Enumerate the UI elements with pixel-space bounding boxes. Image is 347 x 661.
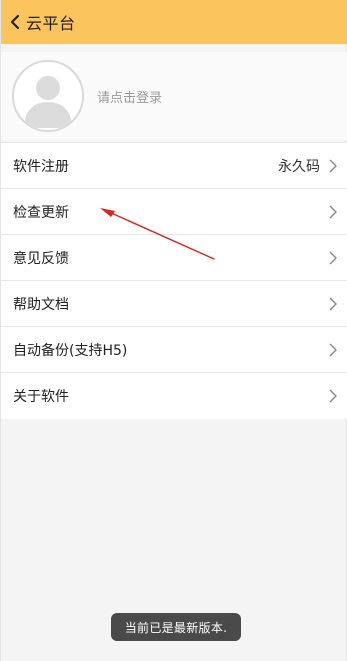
menu-item-label: 关于软件	[13, 389, 69, 405]
settings-menu: 软件注册 永久码 检查更新 意见反馈 帮助文档 自动备份(支持H5) 关于软件	[1, 142, 347, 419]
settings-screen: 云平台 请点击登录 软件注册 永久码 检查更新 意见反馈 帮助文档 自动备份(支…	[0, 0, 347, 661]
menu-item-label: 软件注册	[13, 158, 69, 175]
chevron-right-icon	[326, 205, 340, 219]
menu-item-help-docs[interactable]: 帮助文档	[1, 281, 347, 327]
toast-message: 当前已是最新版本.	[111, 613, 241, 641]
chevron-left-icon	[10, 14, 20, 30]
chevron-right-icon	[326, 389, 340, 403]
menu-item-label: 检查更新	[13, 204, 69, 221]
menu-item-software-register[interactable]: 软件注册 永久码	[1, 143, 347, 189]
registration-status-value: 永久码	[278, 158, 320, 175]
chevron-right-icon	[326, 251, 340, 265]
menu-item-label: 意见反馈	[13, 250, 69, 267]
menu-item-about[interactable]: 关于软件	[1, 373, 347, 419]
profile-section[interactable]: 请点击登录	[1, 52, 347, 140]
menu-item-auto-backup[interactable]: 自动备份(支持H5)	[1, 327, 347, 373]
menu-item-check-update[interactable]: 检查更新	[1, 189, 347, 235]
chevron-right-icon	[326, 159, 340, 173]
chevron-right-icon	[326, 343, 340, 357]
login-prompt[interactable]: 请点击登录	[97, 87, 162, 106]
menu-item-label: 帮助文档	[13, 296, 69, 313]
user-avatar-icon[interactable]	[12, 60, 84, 132]
page-title: 云平台	[26, 14, 76, 33]
menu-item-feedback[interactable]: 意见反馈	[1, 235, 347, 281]
app-header: 云平台	[1, 0, 347, 44]
chevron-right-icon	[326, 297, 340, 311]
menu-item-label: 自动备份(支持H5)	[13, 342, 128, 359]
back-button[interactable]	[4, 0, 26, 44]
